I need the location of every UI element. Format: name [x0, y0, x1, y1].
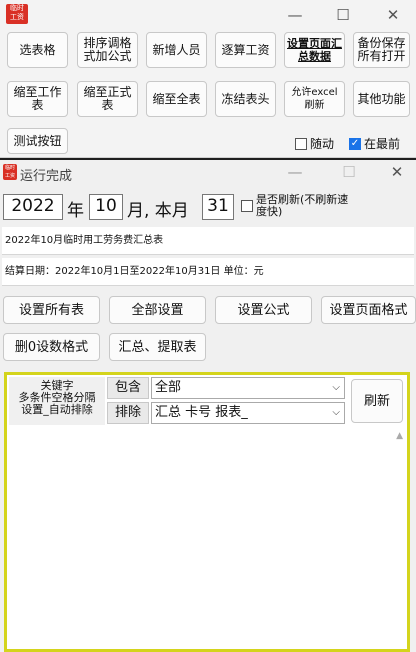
calc-wage-button[interactable]: 逐算工资: [215, 32, 276, 68]
month-input[interactable]: 10: [89, 194, 123, 220]
exclude-value: 汇总 卡号 报表_: [155, 405, 248, 420]
other-functions-button[interactable]: 其他功能: [353, 81, 410, 117]
filter-panel: 关键字 多条件空格分隔 设置_自动排除 包含 全部 ⌵ 排除 汇总 卡号 报表_…: [4, 372, 410, 652]
include-select[interactable]: 全部 ⌵: [151, 377, 345, 399]
maximize-icon: ☐: [342, 163, 356, 181]
close-icon[interactable]: ✕: [378, 4, 408, 26]
refresh-checkbox[interactable]: 是否刷新(不刷新速度快): [241, 194, 361, 218]
year-input[interactable]: 2022: [3, 194, 63, 220]
chevron-down-icon[interactable]: ⌵: [332, 403, 340, 423]
set-page-format-button[interactable]: 设置页面格式: [321, 296, 416, 324]
test-button[interactable]: 测试按钮: [7, 128, 68, 154]
minimize-icon[interactable]: —: [280, 4, 310, 26]
app-icon-text-2: 工资: [4, 173, 15, 179]
follow-label: 随动: [310, 137, 335, 151]
follow-checkbox[interactable]: 随动: [295, 135, 334, 152]
scroll-up-icon[interactable]: ▲: [396, 431, 403, 441]
page-summary-button[interactable]: 设置页面汇总数据: [284, 32, 345, 68]
keyword-label: 关键字 多条件空格分隔 设置_自动排除: [9, 377, 105, 425]
include-label: 包含: [107, 377, 149, 399]
include-value: 全部: [155, 380, 182, 395]
tool-window: 临时 工资 — ☐ ✕ 选表格 排序调格式加公式 新增人员 逐算工资 设置页面汇…: [0, 0, 416, 158]
exclude-label: 排除: [107, 402, 149, 424]
refresh-checkbox-box[interactable]: [241, 200, 253, 212]
month-label: 月, 本月: [127, 201, 189, 221]
maximize-icon[interactable]: ☐: [328, 4, 358, 26]
app-icon-text-1: 临时: [10, 4, 24, 12]
chevron-down-icon[interactable]: ⌵: [332, 378, 340, 398]
window-title: 运行完成: [20, 169, 73, 184]
sort-format-formula-button[interactable]: 排序调格式加公式: [77, 32, 138, 68]
settle-date-input[interactable]: 结算日期：2022年10月1日至2022年10月31日 单位：元: [2, 258, 414, 286]
summary-extract-button[interactable]: 汇总、提取表: [109, 333, 206, 361]
days-input[interactable]: 31: [202, 194, 234, 220]
year-unit-label: 年: [67, 201, 84, 221]
shrink-full-button[interactable]: 缩至全表: [146, 81, 207, 117]
topmost-label: 在最前: [364, 137, 401, 151]
app-icon-text-2: 工资: [10, 13, 24, 21]
freeze-header-button[interactable]: 冻结表头: [215, 81, 276, 117]
shrink-formal-button[interactable]: 缩至正式表: [77, 81, 138, 117]
close-icon[interactable]: ✕: [382, 161, 412, 183]
shrink-worksheet-button[interactable]: 缩至工作表: [7, 81, 68, 117]
app-icon-text-1: 临时: [4, 165, 15, 171]
all-settings-button[interactable]: 全部设置: [109, 296, 206, 324]
set-all-tables-button[interactable]: 设置所有表: [3, 296, 100, 324]
follow-checkbox-box[interactable]: [295, 137, 307, 150]
exclude-select[interactable]: 汇总 卡号 报表_ ⌵: [151, 402, 345, 424]
delete-zero-format-button[interactable]: 删0设数格式: [3, 333, 100, 361]
refresh-checkbox-label: 是否刷新(不刷新速度快): [256, 193, 349, 218]
table-title-input[interactable]: 2022年10月临时用工劳务费汇总表: [2, 227, 414, 255]
run-complete-window: 临时 工资 运行完成 — ☐ ✕ 2022 年 10 月, 本月 31 是否刷新…: [0, 160, 416, 652]
check-icon[interactable]: ✓: [349, 137, 361, 150]
add-person-button[interactable]: 新增人员: [146, 32, 207, 68]
topmost-checkbox[interactable]: ✓ 在最前: [349, 135, 400, 152]
select-table-button[interactable]: 选表格: [7, 32, 68, 68]
title-bar: 临时 工资 运行完成 — ☐ ✕: [0, 160, 416, 186]
title-bar: 临时 工资 — ☐ ✕: [0, 0, 416, 30]
set-formula-button[interactable]: 设置公式: [215, 296, 312, 324]
minimize-icon[interactable]: —: [280, 161, 310, 183]
app-icon: 临时 工资: [3, 164, 17, 180]
allow-excel-refresh-button[interactable]: 允许excel刷新: [284, 81, 345, 117]
app-icon: 临时 工资: [6, 4, 28, 24]
backup-save-button[interactable]: 备份保存所有打开: [353, 32, 410, 68]
refresh-button[interactable]: 刷新: [351, 379, 403, 423]
result-list[interactable]: ▲: [9, 427, 405, 647]
